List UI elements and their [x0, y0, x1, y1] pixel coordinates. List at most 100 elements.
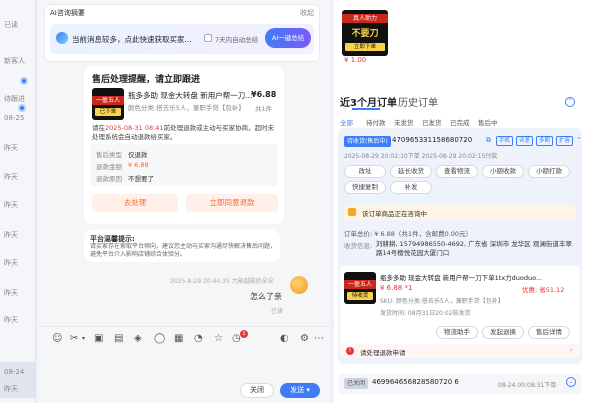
chevron-down-icon[interactable]: ▾: [80, 9, 83, 16]
collapse-link[interactable]: 收起: [300, 8, 314, 18]
product-qty: 共1件: [255, 105, 273, 113]
filter-after-sale[interactable]: 售后中: [478, 117, 498, 127]
alert-icon: !: [346, 347, 354, 355]
filter-shipped[interactable]: 已发货: [422, 117, 442, 127]
folder-icon[interactable]: ▤: [114, 333, 123, 344]
sidebar-item-followup[interactable]: 待跟进: [4, 94, 25, 104]
product-sku: 颜色分类:搭去乐5人，兼职手贷【包补】: [128, 104, 245, 112]
product-thumbnail[interactable]: 一盈五人 已下单: [92, 88, 124, 120]
sidebar-date: 昨天: [4, 144, 18, 152]
small-collect-button[interactable]: 小额收款: [482, 165, 524, 178]
filter-completed[interactable]: 已完成: [450, 117, 470, 127]
quick-copy-button[interactable]: 快捷复制: [344, 181, 386, 194]
handle-button[interactable]: 去处理: [92, 194, 178, 212]
chevron-down-icon[interactable]: ⌄: [566, 377, 576, 387]
product-title[interactable]: 瓶多多助 现金大转盘 新用户帮一刀...: [128, 90, 252, 101]
clock-icon[interactable]: ◔: [194, 333, 203, 344]
unread-dot: [18, 104, 26, 112]
sidebar-date: 昨天: [4, 259, 18, 267]
filter-pending-payment[interactable]: 待付款: [366, 117, 386, 127]
send-label: 发送: [290, 386, 305, 394]
top-thumb-line1: 真人助力: [342, 14, 388, 23]
after-sale-title: 售后处理提醒，请立即跟进: [92, 75, 201, 85]
order-times: 2025-08-29 20:02:10下单 2025-08-29 20:02:1…: [344, 153, 498, 160]
filter-unshipped[interactable]: 未发货: [394, 117, 414, 127]
tab-recent-orders[interactable]: 近3个月订单: [340, 94, 397, 109]
order-tag: 评差: [516, 136, 534, 146]
auto-summary-label: 7天内自动总结: [215, 36, 259, 44]
refund-type-label: 售后类型: [96, 151, 122, 159]
order-product-discount: 优惠: 省51.12: [522, 286, 565, 294]
warning-icon: [348, 208, 356, 216]
order-product-title[interactable]: 瓶多多助 现金大转盘 新用户帮一刀下单1tx力duoduo...: [380, 272, 542, 282]
chevron-up-icon[interactable]: ⌃: [576, 136, 582, 144]
refund-amount-value: ¥ 6.88: [128, 161, 149, 169]
order-product-thumbnail[interactable]: 一盈五人 待收货: [344, 272, 376, 304]
top-thumb-line2: 不要刀: [351, 29, 379, 39]
auto-summary-checkbox[interactable]: [204, 34, 212, 42]
emoji-icon[interactable]: ☺: [52, 333, 62, 344]
change-address-button[interactable]: 改址: [344, 165, 386, 178]
sidebar-date: 昨天: [4, 201, 18, 209]
logistics-helper-button[interactable]: 物流助手: [436, 326, 478, 339]
extend-receipt-button[interactable]: 延长收货: [390, 165, 432, 178]
order-amount-line: 订单总价: ¥ 6.88（共1件，含邮费0.00元）: [344, 230, 473, 238]
sidebar-item-new[interactable]: 新客人: [4, 56, 25, 66]
refund-amount-label: 退款金额: [96, 163, 122, 171]
copy-icon[interactable]: ⧉: [486, 136, 491, 145]
sidebar-date: 昨天: [4, 231, 18, 239]
agree-refund-button[interactable]: 立即同意退款: [186, 194, 278, 212]
sidebar-date: 昨天: [4, 173, 18, 181]
chevron-down-icon[interactable]: ▾: [82, 335, 85, 342]
refund-notice-text: 请处理退款申请: [360, 349, 406, 357]
filter-all[interactable]: 全部: [340, 117, 353, 127]
initiate-return-button[interactable]: 发起退换: [482, 326, 524, 339]
thumb-line2: 待收货: [347, 292, 373, 300]
chevron-down-icon: ▾: [306, 386, 310, 394]
order-product-sku: SKU: 颜色分类:搭去乐5人，兼职手贷【包补】: [380, 298, 504, 305]
after-sale-detail-button[interactable]: 售后详情: [528, 326, 570, 339]
sidebar-item-read[interactable]: 已读: [4, 20, 18, 30]
top-product-thumbnail[interactable]: 真人助力 不要刀 立即下单: [342, 10, 388, 56]
close-button[interactable]: 关闭: [240, 383, 274, 398]
reship-button[interactable]: 补发: [390, 181, 432, 194]
sidebar-date: 昨天: [4, 316, 18, 324]
product-price: ¥6.88: [251, 90, 277, 99]
gift-icon[interactable]: ▦: [174, 333, 183, 344]
chevron-right-icon[interactable]: ›: [570, 346, 573, 354]
refund-reason-value: 不想要了: [128, 175, 154, 183]
ai-logo-icon: [56, 32, 68, 44]
image-icon[interactable]: ▣: [94, 333, 103, 344]
avatar[interactable]: [290, 276, 308, 294]
chat-bubble-icon[interactable]: ◯: [154, 333, 165, 344]
read-status: 已读: [271, 308, 284, 315]
order-product-price: ¥ 6.88 *1: [380, 284, 413, 292]
top-product-price: ¥ 1.00: [344, 56, 367, 64]
order-number[interactable]: 469964656828580720 6: [372, 378, 459, 386]
refund-deadline: 2025-08-31 08:41: [105, 124, 164, 132]
view-logistics-button[interactable]: 查看物流: [436, 165, 478, 178]
scissors-icon[interactable]: ✂: [70, 333, 78, 344]
sidebar-date: 昨天: [4, 289, 18, 297]
tab-history-orders[interactable]: 历史订单: [398, 94, 438, 109]
send-button[interactable]: 发送 ▾: [280, 383, 320, 398]
unread-dot: [20, 77, 28, 85]
sidebar-date: 08-24: [4, 368, 25, 376]
smart-reply-icon[interactable]: ◐: [280, 333, 289, 344]
after-sale-notice: 请在2025-08-31 08:41前处理退款或主动与买家协商，超时未处理系统会…: [92, 124, 278, 141]
message-timestamp: 2025-8-29 20:44:35 力能越殿奶朵朵: [170, 278, 274, 285]
address-label: 收货信息:: [344, 242, 373, 250]
small-pay-button[interactable]: 小额打款: [528, 165, 570, 178]
order-number[interactable]: 470965331158680720: [392, 136, 472, 144]
collapse-icon[interactable]: ⌃: [565, 97, 575, 107]
star-icon[interactable]: ☆: [214, 333, 223, 344]
coupon-icon[interactable]: ◈: [134, 333, 142, 344]
settings-icon[interactable]: ⚙: [300, 333, 309, 344]
thumb-line1: 一盈五人: [344, 280, 376, 289]
conversation-sidebar: 已读 新客人 待跟进 08-25 昨天 昨天 昨天 昨天 昨天 昨天 昨天 08…: [0, 0, 36, 403]
address-text[interactable]: 刘耕耕, 15794986550-4692, 广东省 深圳市 龙华区 观澜街道丰…: [376, 240, 576, 257]
more-icon[interactable]: ⋯: [314, 333, 324, 344]
ai-notice-text[interactable]: 当前消息较多，点此快速获取买家...: [72, 34, 192, 45]
order-status-badge: 待收货(售后中): [344, 136, 391, 147]
ai-summary-button[interactable]: AI一键总结: [265, 28, 311, 48]
